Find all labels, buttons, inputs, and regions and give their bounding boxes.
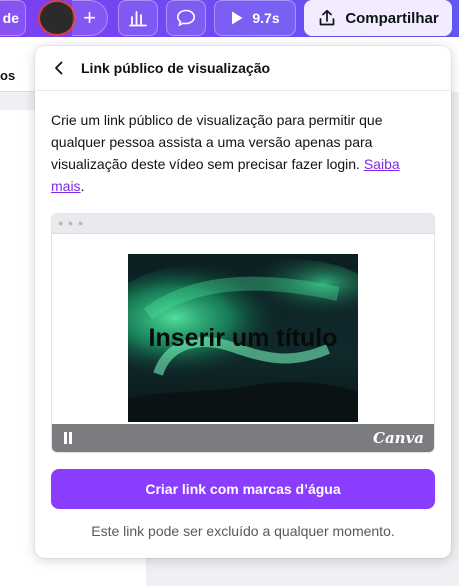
duration-label: 9.7s [252, 10, 280, 26]
avatar[interactable] [38, 0, 76, 36]
share-button[interactable]: Compartilhar [304, 0, 452, 36]
insights-button[interactable] [118, 0, 158, 36]
preview-stage: Inserir um título [52, 234, 434, 425]
editor-left-text: os [0, 68, 16, 83]
bar-chart-icon [129, 11, 147, 27]
panel-title: Link público de visualização [81, 60, 271, 76]
preview-topbar: ● ● ● [52, 214, 434, 234]
description-period: . [80, 178, 85, 194]
player-controls: Canva [52, 424, 434, 452]
panel-description: Crie um link público de visualização par… [51, 109, 436, 197]
slide-thumbnail: Inserir um título [128, 254, 358, 422]
panel-header: Link público de visualização [35, 46, 451, 91]
plus-icon: + [83, 5, 96, 30]
video-preview: ● ● ● Inserir um título Canva [51, 213, 435, 453]
upload-icon [319, 9, 335, 26]
pause-icon[interactable] [62, 432, 74, 444]
slide-title: Inserir um título [148, 324, 338, 352]
share-label: Compartilhar [345, 9, 439, 27]
play-icon [232, 11, 243, 25]
back-button[interactable] [49, 58, 69, 78]
editor-left-strip: os [0, 62, 34, 92]
preview-dots: ● ● ● [58, 218, 85, 228]
comments-button[interactable] [166, 0, 206, 36]
top-toolbar: de + 9.7s Compartilhar [0, 0, 459, 37]
chevron-left-icon [55, 61, 63, 75]
public-link-panel: Link público de visualização Crie um lin… [35, 46, 451, 558]
cta-label: Criar link com marcas d’água [145, 481, 341, 497]
comment-icon [176, 9, 196, 27]
create-watermarked-link-button[interactable]: Criar link com marcas d’água [51, 469, 435, 509]
description-text: Crie um link público de visualização par… [51, 112, 383, 172]
canva-logo: Canva [373, 429, 424, 447]
add-collaborator-button[interactable]: + [72, 0, 108, 36]
toolbar-left-button[interactable]: de [0, 0, 26, 36]
play-button[interactable]: 9.7s [214, 0, 296, 36]
panel-footnote: Este link pode ser excluído a qualquer m… [91, 523, 395, 539]
toolbar-left-label: de [2, 10, 19, 26]
